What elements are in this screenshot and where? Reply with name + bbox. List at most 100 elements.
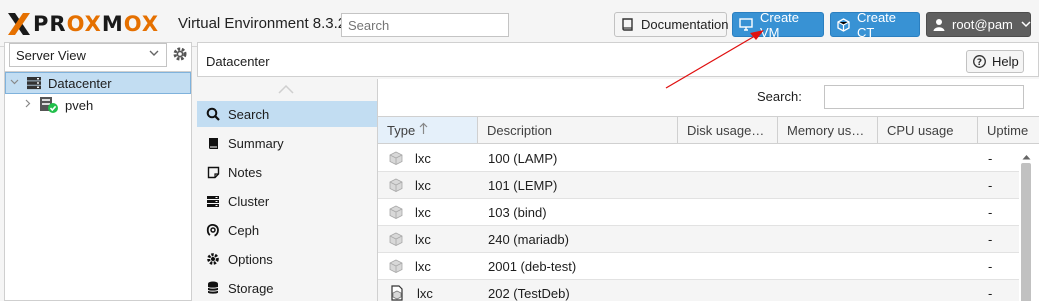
- proxmox-x-icon: [6, 11, 32, 37]
- container-icon: [389, 205, 403, 219]
- question-circle-icon: ?: [973, 55, 986, 68]
- tree-settings-gear-icon[interactable]: [172, 46, 190, 64]
- nav-item-storage[interactable]: Storage: [197, 275, 377, 301]
- tree-item-pveh[interactable]: pveh: [5, 94, 191, 116]
- cell-memory: [778, 199, 878, 225]
- svg-text:?: ?: [977, 58, 982, 68]
- documentation-button[interactable]: Documentation: [614, 12, 729, 37]
- cell-description: 202 (TestDeb): [488, 285, 570, 301]
- nav-item-label: Storage: [228, 280, 274, 296]
- create-vm-label: Create VM: [760, 9, 800, 40]
- create-vm-button[interactable]: Create VM: [732, 9, 824, 40]
- container-icon: [389, 151, 403, 165]
- cell-uptime: -: [988, 177, 993, 193]
- column-header-cpu-usage[interactable]: CPU usage: [878, 117, 978, 143]
- nav-item-notes[interactable]: Notes: [197, 159, 377, 185]
- cell-disk: [678, 280, 778, 301]
- search-icon: [205, 107, 221, 121]
- cell-memory: [778, 226, 878, 252]
- nav-item-label: Options: [228, 251, 273, 267]
- table-row[interactable]: lxc 240 (mariadb) -: [378, 226, 1019, 253]
- user-label: root@pam: [952, 17, 1013, 32]
- create-ct-label: Create CT: [857, 9, 897, 40]
- nav-item-label: Ceph: [228, 222, 260, 238]
- grid-header: Type Description Disk usage… Memory us… …: [378, 116, 1039, 144]
- chevron-down-icon: [149, 49, 159, 60]
- cell-type: lxc: [415, 258, 431, 274]
- server-view-label: Server View: [16, 47, 86, 63]
- cell-memory: [778, 172, 878, 198]
- create-ct-button[interactable]: Create CT: [830, 9, 920, 40]
- tree-expander-icon[interactable]: [23, 99, 35, 111]
- table-row[interactable]: lxc 101 (LEMP) -: [378, 172, 1019, 199]
- column-header-uptime[interactable]: Uptime: [978, 117, 1039, 143]
- cell-type: lxc: [415, 177, 431, 193]
- cell-disk: [678, 145, 778, 171]
- logo-text-ox2: OX: [123, 12, 160, 36]
- search-results-panel: Search: Type Description Disk usage… Mem…: [378, 79, 1039, 301]
- cell-cpu: [878, 226, 978, 252]
- table-row[interactable]: lxc 103 (bind) -: [378, 199, 1019, 226]
- server-icon: [205, 195, 221, 208]
- nav-item-label: Search: [228, 106, 270, 122]
- cell-uptime: -: [988, 150, 993, 166]
- nav-item-options[interactable]: Options: [197, 246, 377, 272]
- table-row[interactable]: lxc 2001 (deb-test) -: [378, 253, 1019, 280]
- page-title: Datacenter: [206, 54, 270, 69]
- table-row[interactable]: lxc 100 (LAMP) -: [378, 145, 1019, 172]
- cell-uptime: -: [988, 204, 993, 220]
- cell-type: lxc: [417, 285, 433, 301]
- nav-item-ceph[interactable]: Ceph: [197, 217, 377, 243]
- cell-type: lxc: [415, 231, 431, 247]
- nav-item-label: Notes: [228, 164, 262, 180]
- grid-scrollbar[interactable]: [1019, 145, 1035, 301]
- cell-disk: [678, 253, 778, 279]
- container-icon: [389, 178, 403, 192]
- user-menu-button[interactable]: root@pam: [926, 12, 1031, 37]
- nav-item-cluster[interactable]: Cluster: [197, 188, 377, 214]
- datacenter-nav: Search Summary Notes Cluster Ceph Option…: [197, 79, 378, 301]
- tree-expander-icon[interactable]: [10, 77, 22, 89]
- grid-search-input[interactable]: [824, 85, 1024, 109]
- documentation-label: Documentation: [641, 17, 729, 32]
- version-text: Virtual Environment 8.3.2: [178, 15, 347, 32]
- column-header-disk-usage[interactable]: Disk usage…: [678, 117, 778, 143]
- cell-type: lxc: [415, 150, 431, 166]
- logo-text-ox: OX: [66, 12, 102, 36]
- resource-tree: Datacenter pveh: [5, 71, 191, 116]
- cell-description: 2001 (deb-test): [488, 258, 577, 274]
- book-icon: [621, 18, 634, 31]
- column-header-description[interactable]: Description: [478, 117, 678, 143]
- book-icon: [205, 137, 221, 150]
- cell-type: lxc: [415, 204, 431, 220]
- resource-tree-panel: Server View Datacenter pveh: [4, 42, 192, 301]
- tree-item-datacenter[interactable]: Datacenter: [5, 72, 191, 94]
- nav-item-summary[interactable]: Summary: [197, 130, 377, 156]
- scrollbar-thumb[interactable]: [1021, 163, 1031, 301]
- cell-cpu: [878, 253, 978, 279]
- cell-disk: [678, 226, 778, 252]
- column-header-memory-usage[interactable]: Memory us…: [778, 117, 878, 143]
- cell-description: 100 (LAMP): [488, 150, 558, 166]
- nav-scroll-up-icon[interactable]: [277, 83, 295, 95]
- cell-memory: [778, 145, 878, 171]
- node-online-icon: [39, 96, 59, 114]
- scroll-up-arrow-icon[interactable]: [1022, 148, 1031, 163]
- gear-icon: [205, 252, 221, 266]
- logo-text-m: M: [101, 12, 124, 36]
- help-label: Help: [992, 54, 1019, 69]
- cell-disk: [678, 199, 778, 225]
- column-header-type[interactable]: Type: [378, 117, 478, 143]
- user-icon: [933, 18, 945, 31]
- help-button[interactable]: ? Help: [966, 50, 1024, 73]
- tree-item-label: pveh: [65, 97, 94, 113]
- sort-ascending-icon: [419, 122, 428, 138]
- cell-description: 240 (mariadb): [488, 231, 569, 247]
- table-row[interactable]: lxc 202 (TestDeb) -: [378, 280, 1019, 301]
- server-view-select[interactable]: Server View: [9, 43, 167, 67]
- global-search-input[interactable]: [341, 13, 509, 37]
- tree-item-label: Datacenter: [48, 75, 112, 91]
- nav-item-search[interactable]: Search: [197, 101, 377, 127]
- cell-memory: [778, 280, 878, 301]
- cell-cpu: [878, 199, 978, 225]
